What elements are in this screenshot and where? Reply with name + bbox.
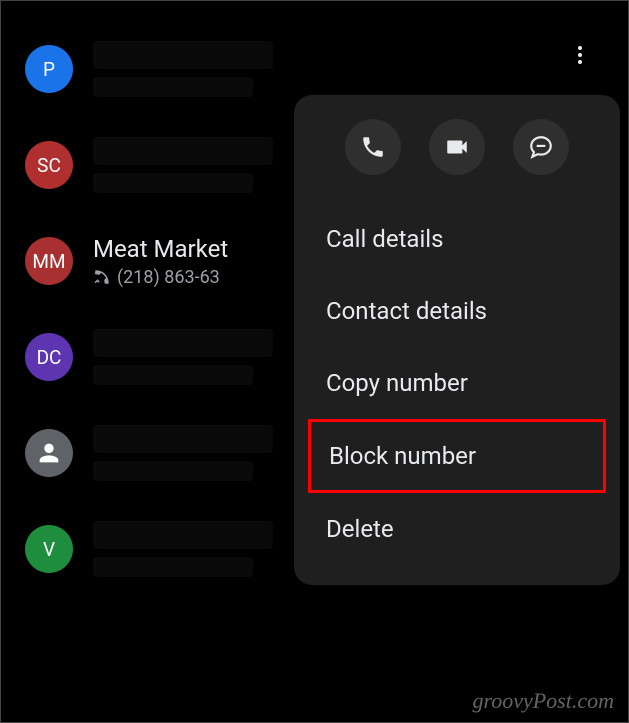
call-detail-redacted (93, 365, 253, 385)
contact-avatar: MM (25, 237, 73, 285)
more-vertical-icon (568, 43, 592, 67)
watermark: groovyPost.com (472, 688, 614, 714)
contact-name-redacted (93, 137, 273, 165)
contact-avatar (25, 429, 73, 477)
contact-name-redacted (93, 521, 273, 549)
quick-actions-row (294, 119, 620, 203)
contact-avatar: P (25, 45, 73, 93)
more-options-button[interactable] (560, 35, 600, 75)
video-icon (444, 134, 470, 160)
call-info (93, 41, 604, 97)
message-icon (528, 134, 554, 160)
phone-icon (360, 134, 386, 160)
contact-name-redacted (93, 41, 273, 69)
context-menu: Call details Contact details Copy number… (294, 95, 620, 585)
contact-name-redacted (93, 329, 273, 357)
call-detail-redacted (93, 77, 253, 97)
contact-name-redacted (93, 425, 273, 453)
call-detail-redacted (93, 557, 253, 577)
outgoing-call-icon (93, 268, 111, 286)
menu-item-contact-details[interactable]: Contact details (294, 275, 620, 347)
video-action-button[interactable] (429, 119, 485, 175)
call-detail-redacted (93, 173, 253, 193)
person-icon (35, 439, 63, 467)
menu-item-copy-number[interactable]: Copy number (294, 347, 620, 419)
contact-avatar: V (25, 525, 73, 573)
call-detail-redacted (93, 461, 253, 481)
menu-item-delete[interactable]: Delete (294, 493, 620, 565)
call-action-button[interactable] (345, 119, 401, 175)
contact-avatar: SC (25, 141, 73, 189)
contact-avatar: DC (25, 333, 73, 381)
menu-item-block-number[interactable]: Block number (308, 419, 606, 493)
menu-item-call-details[interactable]: Call details (294, 203, 620, 275)
phone-number: (218) 863-63 (117, 267, 220, 288)
message-action-button[interactable] (513, 119, 569, 175)
